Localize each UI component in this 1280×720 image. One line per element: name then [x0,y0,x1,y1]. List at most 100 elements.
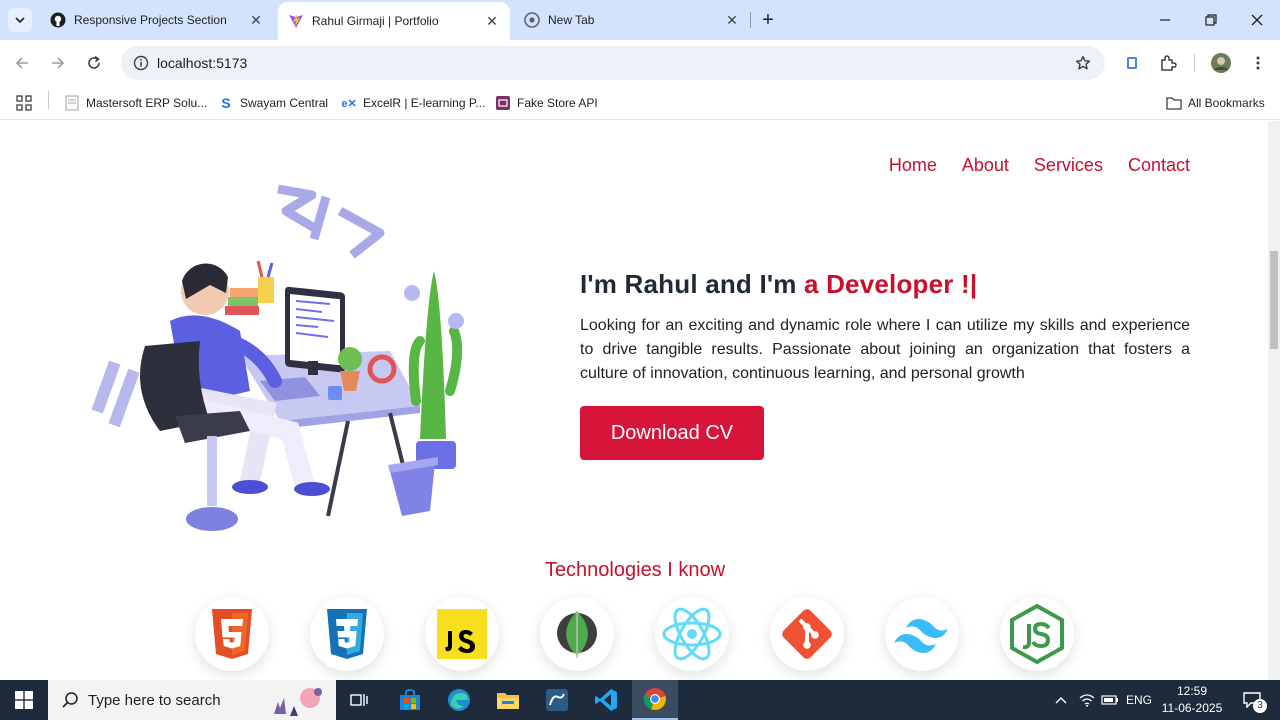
nav-home[interactable]: Home [889,155,937,176]
all-bookmarks-button[interactable]: All Bookmarks [1166,92,1265,114]
javascript-icon [437,609,487,659]
task-view-button[interactable] [336,680,382,720]
document-icon [64,95,80,111]
edge-icon [448,689,470,711]
folder-icon [1166,95,1182,111]
bookmark-star-icon[interactable] [1071,51,1095,75]
extensions-menu-button[interactable] [1153,48,1183,78]
reload-icon [88,55,100,69]
tech-tailwind [885,597,959,671]
taskbar-chrome[interactable] [632,680,678,720]
reader-extension-icon [1127,57,1137,69]
windows-logo-icon [15,691,33,709]
tech-css3 [310,597,384,671]
forward-button[interactable] [43,48,73,78]
download-cv-button[interactable]: Download CV [580,406,764,460]
search-icon [60,690,80,710]
vite-icon [288,13,304,29]
bookmark-fakestore[interactable]: Fake Store API [495,92,598,114]
store-icon [400,689,420,710]
all-bookmarks-label: All Bookmarks [1188,96,1265,110]
tab-search-button[interactable] [8,8,32,32]
minimize-button[interactable] [1142,0,1188,40]
bookmark-swayam[interactable]: S Swayam Central [218,92,328,114]
network-status[interactable] [1076,680,1098,720]
close-tab-icon[interactable]: ✕ [482,11,502,31]
apps-grid-icon [16,95,32,111]
tab-title: Rahul Girmaji | Portfolio [312,14,439,28]
apps-button[interactable] [16,92,32,114]
battery-status[interactable] [1099,680,1121,720]
tech-html5 [195,597,269,671]
notification-center-button[interactable]: 3 [1232,680,1272,720]
more-vert-icon [1256,56,1260,70]
page-viewport: Home About Services Contact I'm Rahul an… [0,121,1280,680]
hero-title-prefix: I'm Rahul and I'm [580,269,804,299]
restore-icon [1205,14,1217,26]
battery-icon [1101,695,1118,705]
wifi-icon [1079,694,1095,707]
bookmark-label: Fake Store API [517,96,598,110]
chrome-icon [643,688,666,711]
search-placeholder: Type here to search [88,691,221,709]
technologies-list [195,597,1095,677]
bookmark-label: ExcelR | E-learning P... [363,96,486,110]
close-window-button[interactable] [1234,0,1280,40]
language-indicator[interactable]: ENG [1124,680,1154,720]
notification-count-badge: 3 [1253,699,1267,713]
tech-nodejs [1000,597,1074,671]
show-hidden-icons-button[interactable] [1050,680,1072,720]
tech-git [770,597,844,671]
arrow-left-icon [15,57,28,69]
excelr-logo-icon: e✕ [341,97,357,110]
new-tab-button[interactable]: + [756,8,780,32]
taskbar-search[interactable]: Type here to search [48,680,336,720]
chevron-up-icon [1055,697,1067,704]
nodejs-icon [1010,604,1064,664]
bookmark-label: Mastersoft ERP Solu... [86,96,208,110]
close-tab-icon[interactable]: ✕ [722,10,742,30]
tab-responsive-projects[interactable]: Responsive Projects Section ✕ [40,0,274,40]
folder-icon [497,693,519,709]
nav-contact[interactable]: Contact [1128,155,1190,176]
chrome-menu-button[interactable] [1243,48,1273,78]
start-button[interactable] [0,680,48,720]
taskbar-vscode[interactable] [583,680,629,720]
chevron-down-icon [15,17,25,24]
tab-strip: Responsive Projects Section ✕ Rahul Girm… [0,0,1280,40]
tab-portfolio[interactable]: Rahul Girmaji | Portfolio ✕ [278,2,510,40]
page-scrollbar[interactable] [1268,121,1280,680]
taskbar-mysql-workbench[interactable] [534,680,580,720]
extension-button[interactable] [1117,48,1147,78]
tech-mongodb [540,597,614,671]
scrollbar-thumb[interactable] [1270,251,1278,349]
taskbar-file-explorer[interactable] [485,680,531,720]
bookmark-mastersoft[interactable]: Mastersoft ERP Solu... [64,92,207,114]
github-icon [50,12,66,28]
address-bar[interactable]: localhost:5173 [121,46,1105,80]
back-button[interactable] [7,48,37,78]
site-nav: Home About Services Contact [889,155,1190,176]
site-info-icon[interactable] [129,51,153,75]
close-tab-icon[interactable]: ✕ [246,10,266,30]
developer-illustration [91,184,464,531]
bookmark-excelr[interactable]: e✕ ExcelR | E-learning P... [341,92,485,114]
reload-button[interactable] [79,48,109,78]
clock[interactable]: 12:59 11-06-2025 [1158,683,1226,717]
taskbar-edge[interactable] [436,680,482,720]
profile-button[interactable] [1206,48,1236,78]
minimize-icon [1160,19,1170,21]
tab-title: New Tab [548,13,595,27]
nav-services[interactable]: Services [1034,155,1103,176]
nav-about[interactable]: About [962,155,1009,176]
mysql-workbench-icon [546,689,568,711]
tab-divider [750,12,751,28]
tab-new-tab[interactable]: New Tab ✕ [514,0,750,40]
hero-description: Looking for an exciting and dynamic role… [580,317,1190,382]
search-highlight-illustration [274,688,322,716]
taskbar-store[interactable] [387,680,433,720]
restore-button[interactable] [1188,0,1234,40]
avatar [1211,53,1231,73]
fakestore-logo-icon [495,95,511,111]
tech-javascript [425,597,499,671]
